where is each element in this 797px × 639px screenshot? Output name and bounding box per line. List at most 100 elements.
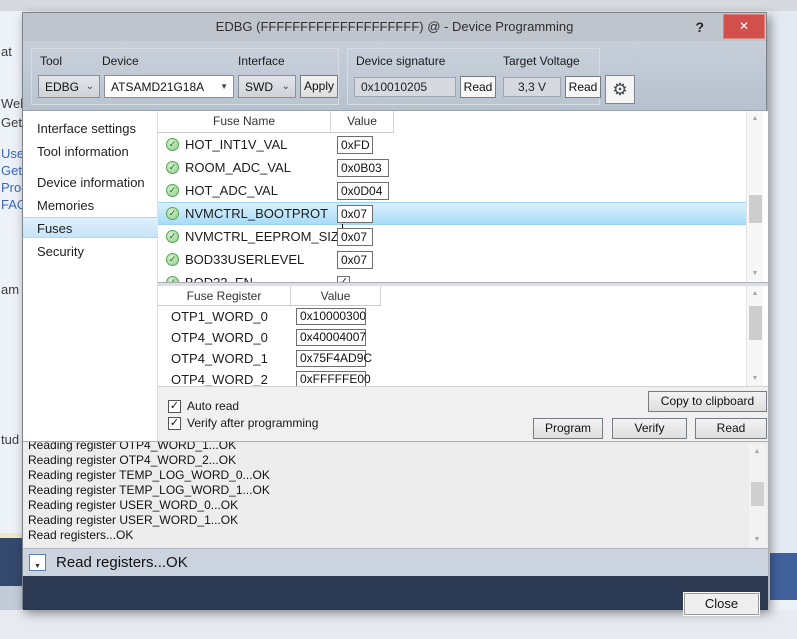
- close-icon: ✕: [739, 19, 749, 33]
- programmer-toolbar: Tool Device Interface EDBG ⌄ ATSAMD21G18…: [23, 41, 766, 111]
- fuse-value-input[interactable]: 0x0D04: [337, 182, 389, 200]
- close-window-button[interactable]: ✕: [723, 14, 765, 39]
- log-scrollbar[interactable]: ▲ ▼: [749, 444, 766, 547]
- fuse-register-table: Fuse Register Value OTP1_WORD_0 0x100003…: [158, 286, 768, 386]
- scroll-down-icon[interactable]: ▼: [747, 371, 763, 386]
- log-line: Reading register OTP4_WORD_1...OK: [28, 441, 746, 453]
- verify-button[interactable]: Verify: [612, 418, 687, 439]
- register-value-input[interactable]: 0x40004007: [296, 329, 366, 346]
- fuse-table-header: Fuse Name Value: [158, 111, 394, 133]
- titlebar[interactable]: EDBG (FFFFFFFFFFFFFFFFFFFF) @ - Device P…: [23, 13, 766, 41]
- sidebar-item-fuses[interactable]: Fuses: [23, 217, 158, 238]
- scroll-up-icon[interactable]: ▲: [749, 444, 765, 459]
- device-signature-label: Device signature: [356, 54, 445, 68]
- background-text-fragment: at: [1, 44, 12, 59]
- chevron-down-icon: ⌄: [282, 76, 290, 97]
- tool-group: Tool Device Interface EDBG ⌄ ATSAMD21G18…: [31, 48, 339, 105]
- sidebar-item-tool-information[interactable]: Tool information: [23, 141, 158, 162]
- table-row[interactable]: ✓ BOD33USERLEVEL 0x07: [158, 248, 746, 271]
- register-value-input[interactable]: 0xFFFFFE00: [296, 371, 366, 386]
- register-table-header: Fuse Register Value: [158, 286, 381, 306]
- scrollbar-thumb[interactable]: [749, 306, 762, 340]
- device-select[interactable]: ATSAMD21G18A ▼: [104, 75, 234, 98]
- fuse-rows: ✓ HOT_INT1V_VAL 0xFD ✓ ROOM_ADC_VAL 0x0B…: [158, 133, 746, 282]
- register-value-input[interactable]: 0x10000300: [296, 308, 366, 325]
- interface-select[interactable]: SWD ⌄: [238, 75, 296, 98]
- register-value-input[interactable]: 0x75F4AD9C: [296, 350, 366, 367]
- chevron-down-icon: ▼: [34, 563, 41, 570]
- device-signature-field[interactable]: 0x10010205: [354, 77, 456, 97]
- log-line: Reading register TEMP_LOG_WORD_1...OK: [28, 483, 746, 498]
- log-panel: Reading register OTP4_WORD_1...OK Readin…: [23, 441, 768, 548]
- sidebar-item-device-information[interactable]: Device information: [23, 172, 158, 193]
- verify-after-label: Verify after programming: [187, 416, 318, 430]
- chevron-down-icon: ⌄: [86, 76, 94, 97]
- sidebar: Interface settings Tool information Devi…: [23, 111, 158, 441]
- table-row[interactable]: ✓ ROOM_ADC_VAL 0x0B03: [158, 156, 746, 179]
- table-row[interactable]: ✓ NVMCTRL_EEPROM_SIZE 0x07: [158, 225, 746, 248]
- device-programming-dialog: EDBG (FFFFFFFFFFFFFFFFFFFF) @ - Device P…: [22, 12, 767, 609]
- fuse-name-column-header: Fuse Name: [158, 111, 331, 132]
- signature-group: Device signature Target Voltage 0x100102…: [347, 48, 600, 105]
- table-row[interactable]: OTP4_WORD_1 0x75F4AD9C: [158, 348, 746, 369]
- fuse-value-input[interactable]: 0x07: [337, 251, 373, 269]
- fuse-value-input[interactable]: 0x07: [337, 228, 373, 246]
- background-right-strip: [770, 11, 797, 553]
- target-voltage-label: Target Voltage: [503, 54, 580, 68]
- scrollbar-thumb[interactable]: [749, 195, 762, 223]
- sidebar-item-memories[interactable]: Memories: [23, 195, 158, 216]
- fuse-controls: Copy to clipboard ✓ Auto read ✓ Verify a…: [158, 386, 768, 441]
- verify-after-programming-option[interactable]: ✓ Verify after programming: [168, 416, 318, 430]
- fuse-value-input[interactable]: 0x0B03: [337, 159, 389, 177]
- interface-label: Interface: [238, 54, 285, 68]
- log-line: Reading register OTP4_WORD_2...OK: [28, 453, 746, 468]
- background-text-fragment: Wel: [1, 96, 23, 111]
- help-button[interactable]: ?: [695, 13, 704, 41]
- table-row-selected[interactable]: ✓ NVMCTRL_BOOTPROT 0x07: [158, 202, 746, 225]
- sidebar-item-interface-settings[interactable]: Interface settings: [23, 118, 158, 139]
- read-button[interactable]: Read: [695, 418, 767, 439]
- scroll-down-icon[interactable]: ▼: [749, 532, 765, 547]
- read-voltage-button[interactable]: Read: [565, 76, 601, 98]
- status-dropdown-button[interactable]: ▼: [29, 554, 46, 571]
- scroll-up-icon[interactable]: ▲: [747, 286, 763, 301]
- auto-read-checkbox[interactable]: ✓: [168, 400, 181, 413]
- settings-button[interactable]: ⚙: [605, 75, 635, 104]
- chevron-down-icon: ▼: [220, 76, 228, 97]
- fuse-value-input-focused[interactable]: 0x07: [337, 205, 373, 223]
- close-button[interactable]: Close: [684, 593, 759, 615]
- read-signature-button[interactable]: Read: [460, 76, 496, 98]
- fuse-table-scrollbar[interactable]: ▲ ▼: [746, 111, 763, 281]
- fuses-panel: Fuse Name Value ✓ HOT_INT1V_VAL 0xFD ✓ R…: [158, 111, 768, 441]
- scroll-down-icon[interactable]: ▼: [747, 266, 763, 281]
- apply-button[interactable]: Apply: [300, 75, 338, 98]
- check-circle-icon: ✓: [166, 230, 179, 243]
- tool-select[interactable]: EDBG ⌄: [38, 75, 100, 98]
- check-circle-icon: ✓: [166, 138, 179, 151]
- fuse-value-input[interactable]: 0xFD: [337, 136, 373, 154]
- background-text-fragment: tud: [1, 432, 19, 447]
- log-line: Reading register USER_WORD_1...OK: [28, 513, 746, 528]
- table-row[interactable]: ✓ BOD33_EN ✓: [158, 271, 746, 282]
- register-table-scrollbar[interactable]: ▲ ▼: [746, 286, 763, 386]
- table-row[interactable]: ✓ HOT_INT1V_VAL 0xFD: [158, 133, 746, 156]
- background-top-strip: [0, 0, 797, 11]
- table-row[interactable]: ✓ HOT_ADC_VAL 0x0D04: [158, 179, 746, 202]
- auto-read-option[interactable]: ✓ Auto read: [168, 399, 239, 413]
- background-left-gray: [0, 586, 22, 610]
- device-label: Device: [102, 54, 139, 68]
- scroll-up-icon[interactable]: ▲: [747, 111, 763, 126]
- check-circle-icon: ✓: [166, 207, 179, 220]
- target-voltage-field[interactable]: 3,3 V: [503, 77, 561, 97]
- copy-to-clipboard-button[interactable]: Copy to clipboard: [648, 391, 767, 412]
- sidebar-item-security[interactable]: Security: [23, 241, 158, 262]
- background-text-fragment: am: [1, 282, 19, 297]
- fuse-value-column-header: Value: [331, 111, 394, 132]
- program-button[interactable]: Program: [533, 418, 603, 439]
- scrollbar-thumb[interactable]: [751, 482, 764, 506]
- gear-icon: ⚙: [612, 80, 627, 99]
- table-row[interactable]: OTP1_WORD_0 0x10000300: [158, 306, 746, 327]
- table-row[interactable]: OTP4_WORD_0 0x40004007: [158, 327, 746, 348]
- verify-after-checkbox[interactable]: ✓: [168, 417, 181, 430]
- table-row[interactable]: OTP4_WORD_2 0xFFFFFE00: [158, 369, 746, 386]
